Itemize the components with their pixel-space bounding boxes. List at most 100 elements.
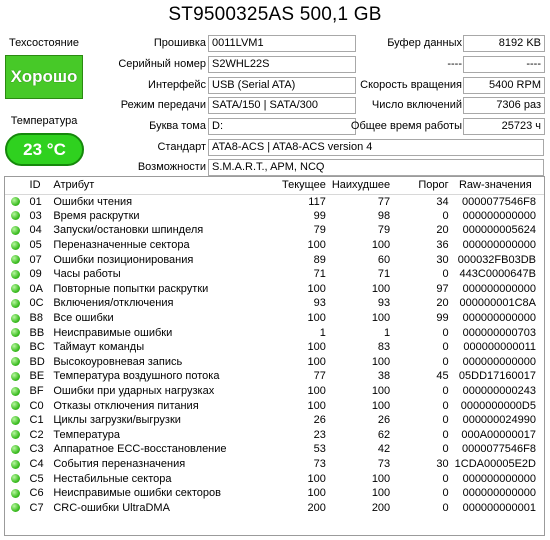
raw-column-header[interactable]: Raw-значения (451, 177, 544, 195)
attribute-name: Таймаут команды (53, 341, 145, 354)
table-row[interactable]: 04 Запуски/остановки шпинделя 79 79 20 000000… (5, 223, 544, 238)
attribute-id: BD (29, 355, 45, 368)
table-row[interactable]: 07 Ошибки позиционирования 89 60 30 000032FB0… (5, 252, 544, 267)
current-value: 200 (307, 501, 326, 514)
attribute-id: 0C (29, 297, 44, 310)
current-column-header[interactable]: Текущее (275, 177, 329, 195)
serial-field[interactable]: S2WHL22S (208, 56, 356, 73)
blank-label: ---- (447, 58, 462, 70)
interface-field[interactable]: USB (Serial ATA) (208, 77, 356, 94)
status-cell (5, 398, 27, 413)
worst-value: 62 (377, 428, 391, 441)
table-row[interactable]: 03 Время раскрутки 99 98 0 000000000000 (5, 209, 544, 224)
health-status-badge[interactable]: Хорошо (5, 55, 83, 99)
status-cell (5, 194, 27, 209)
raw-value: 000000000243 (462, 385, 536, 398)
status-ok-icon (11, 503, 21, 513)
threshold-value: 0 (442, 268, 449, 281)
attribute-name: Включения/отключения (53, 297, 174, 310)
table-row[interactable]: 01 Ошибки чтения 117 77 34 0000077546F8 (5, 194, 544, 209)
table-row[interactable]: C7 CRC-ошибки UltraDMA 200 200 0 000000000001 (5, 500, 544, 515)
table-row[interactable]: C6 Неисправимые ошибки секторов 100 100 0 000… (5, 486, 544, 501)
raw-value: 05DD17160017 (458, 370, 536, 383)
health-label: Техсостояние (9, 37, 79, 49)
threshold-value: 45 (436, 370, 449, 383)
table-row[interactable]: BC Таймаут команды 100 83 0 000000000011 (5, 340, 544, 355)
firmware-field[interactable]: 0011LVM1 (208, 35, 356, 52)
drive-letter-field[interactable]: D: (208, 118, 356, 135)
table-row[interactable]: 0C Включения/отключения 93 93 20 000000001C8A (5, 296, 544, 311)
features-field[interactable]: S.M.A.R.T., APM, NCQ (208, 159, 544, 176)
attribute-id: B8 (29, 312, 43, 325)
raw-value: 000000000011 (463, 341, 536, 354)
worst-value: 93 (377, 297, 391, 310)
status-ok-icon (11, 430, 21, 440)
buffer-field[interactable]: 8192 KB (463, 35, 545, 52)
status-cell (5, 355, 27, 370)
current-value: 71 (313, 268, 326, 281)
attribute-name: Ошибки позиционирования (53, 253, 194, 266)
status-ok-icon (11, 372, 21, 382)
power-count-label: Число включений (371, 99, 462, 111)
attribute-id: BE (29, 370, 45, 383)
features-label: Возможности (137, 161, 206, 173)
raw-value: 000000001C8A (459, 297, 536, 310)
table-row[interactable]: C1 Циклы загрузки/выгрузки 26 26 0 0000000249… (5, 413, 544, 428)
threshold-value: 20 (436, 297, 449, 310)
attribute-id: 04 (29, 224, 42, 237)
status-cell (5, 325, 27, 340)
threshold-value: 99 (436, 312, 449, 325)
status-cell (5, 500, 27, 515)
table-row[interactable]: C4 События переназначения 73 73 30 1CDA00005E… (5, 457, 544, 472)
worst-value: 26 (377, 414, 391, 427)
current-value: 100 (307, 341, 326, 354)
attribute-column-header[interactable]: Атрибут (50, 177, 276, 195)
current-value: 93 (313, 297, 326, 310)
table-row[interactable]: 05 Переназначенные сектора 100 100 36 0000000… (5, 238, 544, 253)
table-row[interactable]: BD Высокоуровневая запись 100 100 0 000000000… (5, 355, 544, 370)
status-ok-icon (11, 328, 21, 338)
attribute-name: Запуски/остановки шпинделя (53, 224, 204, 237)
raw-value: 000000000000 (462, 282, 536, 295)
status-ok-icon (11, 269, 21, 279)
worst-value: 100 (371, 472, 391, 485)
table-row[interactable]: BB Неисправимые ошибки 1 1 0 000000000703 (5, 325, 544, 340)
table-row[interactable]: C2 Температура 23 62 0 000A00000017 (5, 428, 544, 443)
blank-field[interactable]: ---- (463, 56, 545, 73)
power-count-field[interactable]: 7306 раз (463, 97, 545, 114)
temperature-badge[interactable]: 23 °C (5, 133, 84, 166)
current-value: 73 (313, 457, 326, 470)
attribute-name: Неисправимые ошибки (53, 326, 173, 339)
status-column-header[interactable] (5, 177, 27, 195)
table-row[interactable]: C3 Аппаратное ECC-восстановление 53 42 0 0000… (5, 442, 544, 457)
worst-value: 71 (377, 268, 391, 281)
table-row[interactable]: 09 Часы работы 71 71 0 443C0000647B (5, 267, 544, 282)
power-hours-field[interactable]: 25723 ч (463, 118, 545, 135)
table-header-row: ID Атрибут Текущее Наихудшее Порог Raw-з… (5, 177, 544, 195)
table-row[interactable]: B8 Все ошибки 100 100 99 000000000000 (5, 311, 544, 326)
worst-value: 100 (371, 399, 391, 412)
status-cell (5, 252, 27, 267)
attribute-id: C1 (29, 414, 44, 427)
table-row[interactable]: C5 Нестабильные сектора 100 100 0 00000000000… (5, 471, 544, 486)
status-ok-icon (11, 284, 21, 294)
table-row[interactable]: 0A Повторные попытки раскрутки 100 100 97 000… (5, 282, 544, 297)
current-value: 100 (307, 282, 326, 295)
attribute-id: 03 (29, 209, 42, 222)
worst-value: 100 (371, 239, 391, 252)
threshold-column-header[interactable]: Порог (393, 177, 452, 195)
transfer-mode-field[interactable]: SATA/150 | SATA/300 (208, 97, 356, 114)
status-cell (5, 442, 27, 457)
worst-column-header[interactable]: Наихудшее (328, 177, 394, 195)
attribute-id: BF (29, 385, 44, 398)
id-column-header[interactable]: ID (26, 177, 51, 195)
standard-field[interactable]: ATA8-ACS | ATA8-ACS version 4 (208, 139, 544, 156)
rotation-field[interactable]: 5400 RPM (463, 77, 545, 94)
threshold-value: 34 (436, 195, 449, 208)
table-row[interactable]: BF Ошибки при ударных нагрузках 100 100 0 000… (5, 384, 544, 399)
worst-value: 100 (371, 355, 391, 368)
table-row[interactable]: C0 Отказы отключения питания 100 100 0 000000… (5, 398, 544, 413)
table-row[interactable]: BE Температура воздушного потока 77 38 45 05D… (5, 369, 544, 384)
smart-table[interactable]: ID Атрибут Текущее Наихудшее Порог Raw-з… (4, 176, 545, 536)
attribute-id: 07 (29, 253, 42, 266)
